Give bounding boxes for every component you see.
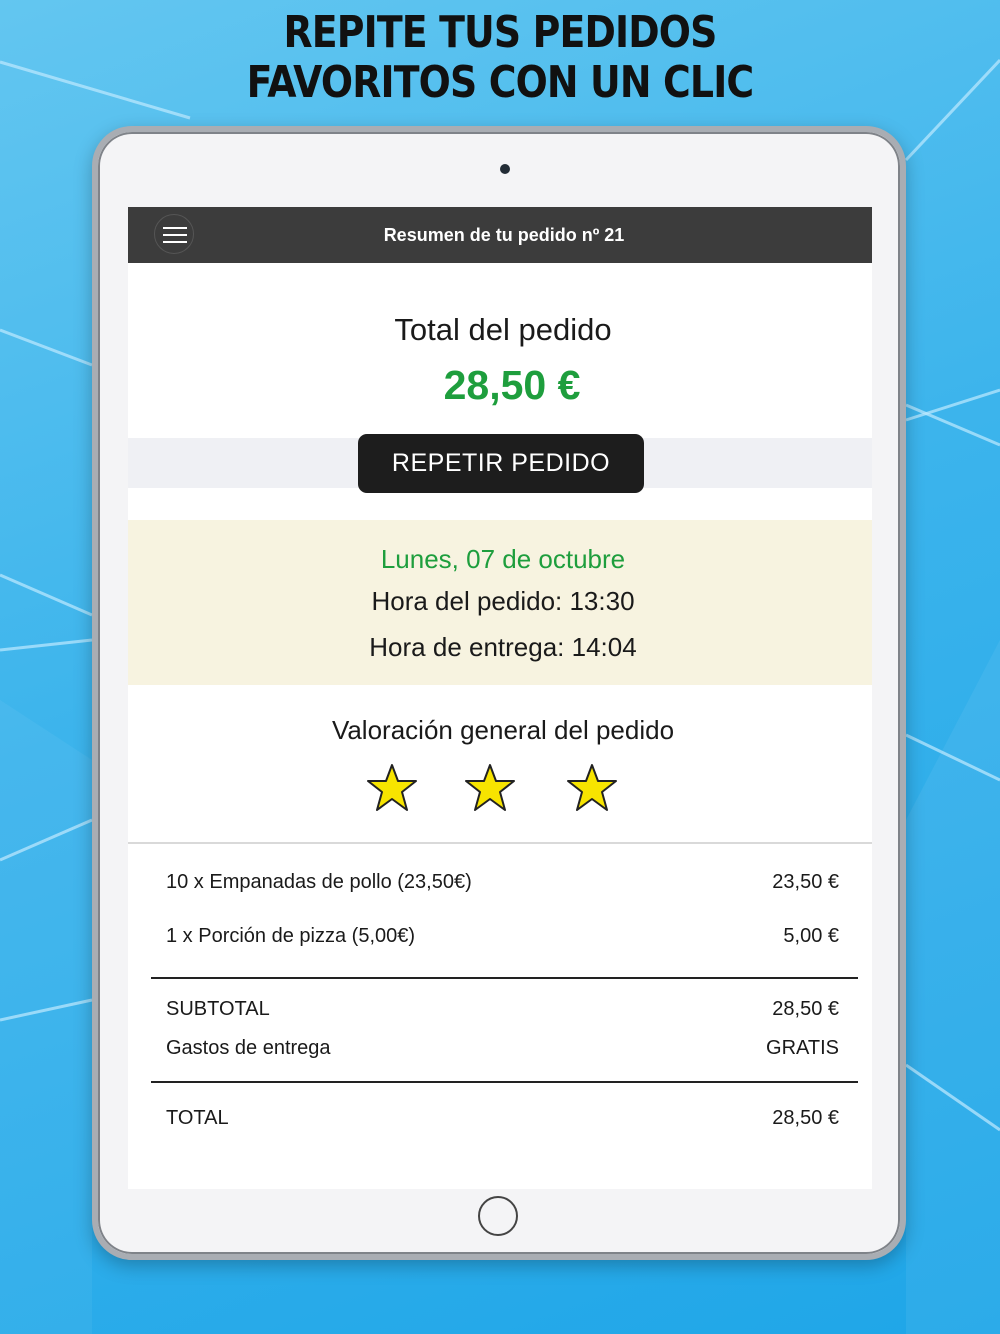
home-button[interactable]: [478, 1196, 518, 1236]
item-label: 10 x Empanadas de pollo (23,50€): [166, 871, 472, 893]
order-total-value: 28,50 €: [443, 362, 581, 408]
camera-icon: [500, 164, 510, 174]
divider: [128, 842, 872, 844]
delivery-fee-label: Gastos de entrega: [166, 1037, 331, 1059]
headline-line-1: REPITE TUS PEDIDOS: [283, 7, 717, 58]
subtotal-value: 28,50 €: [772, 998, 839, 1020]
subtotal-label: SUBTOTAL: [166, 998, 270, 1020]
tablet-frame: Resumen de tu pedido nº 21 Total del ped…: [92, 126, 906, 1260]
star-icon[interactable]: [566, 763, 618, 813]
repeat-order-button[interactable]: REPETIR PEDIDO: [358, 434, 644, 493]
item-price: 23,50 €: [772, 871, 839, 893]
order-total-label: Total del pedido: [394, 312, 612, 347]
order-dates-panel: Lunes, 07 de octubre Hora del pedido: 13…: [128, 520, 872, 685]
total-value: 28,50 €: [772, 1107, 839, 1129]
promo-headline: REPITE TUS PEDIDOS FAVORITOS CON UN CLIC: [70, 8, 930, 108]
app-screen: Resumen de tu pedido nº 21 Total del ped…: [128, 207, 872, 1189]
page-title: Resumen de tu pedido nº 21: [383, 225, 625, 245]
rating-title: Valoración general del pedido: [331, 715, 675, 745]
headline-line-2: FAVORITOS CON UN CLIC: [246, 57, 755, 108]
delivery-time: Hora de entrega: 14:04: [369, 632, 637, 662]
star-rating[interactable]: [128, 763, 872, 823]
app-bar: Resumen de tu pedido nº 21: [128, 207, 872, 263]
total-label: TOTAL: [166, 1107, 229, 1129]
delivery-fee-value: GRATIS: [766, 1037, 839, 1059]
star-icon[interactable]: [366, 763, 418, 813]
star-icon[interactable]: [464, 763, 516, 813]
order-time: Hora del pedido: 13:30: [371, 586, 635, 616]
item-price: 5,00 €: [783, 925, 839, 947]
divider: [151, 1081, 858, 1083]
order-date: Lunes, 07 de octubre: [380, 544, 626, 574]
item-label: 1 x Porción de pizza (5,00€): [166, 925, 416, 947]
divider: [151, 977, 858, 979]
